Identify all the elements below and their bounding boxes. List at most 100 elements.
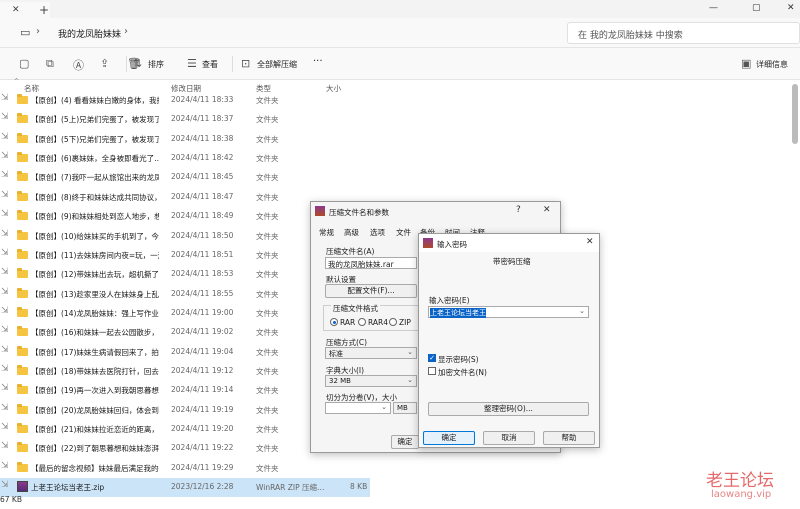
winrar-archive-icon	[17, 481, 28, 492]
winrar-icon	[423, 238, 433, 248]
chevron-down-icon: ⌄	[407, 376, 413, 384]
split-unit-value: MB	[397, 404, 408, 412]
file-type: 文件夹	[256, 348, 279, 357]
list-item[interactable]: ⇲ 【原创】(6)裹妹妹，全身被即看光了… 2024/4/11 18:42 文件夹	[0, 149, 370, 168]
extract-all-button[interactable]: 全部解压缩	[257, 59, 297, 70]
list-item[interactable]: ⇲ 【原创】(7)我吓一起从旅馆出来的龙凤… 2024/4/11 18:45 文件夹	[0, 168, 370, 187]
format-rar-radio[interactable]	[330, 318, 338, 326]
list-item[interactable]: ⇲ 【原创】(5上)兄弟们完蛋了，被发现了… 2024/4/11 18:37 文件夹	[0, 110, 370, 129]
scrollbar-thumb[interactable]	[792, 84, 798, 144]
dictionary-select[interactable]: 32 MB ⌄	[325, 375, 417, 387]
share-icon[interactable]: ⇪	[100, 57, 109, 70]
file-name: 【原创】(18)带妹妹去医院打针，回去…	[31, 367, 159, 376]
folder-icon	[17, 462, 28, 472]
file-type: 文件夹	[256, 115, 279, 124]
folder-icon	[17, 171, 28, 181]
format-rar4-radio[interactable]	[358, 318, 366, 326]
search-input[interactable]: 在 我的龙凤胎妹妹 中搜索	[567, 22, 800, 44]
pin-icon: ⇲	[1, 480, 9, 490]
show-password-checkbox[interactable]: ✓	[428, 354, 436, 362]
help-icon[interactable]: ?	[516, 205, 521, 215]
file-type: 文件夹	[256, 232, 279, 241]
folder-icon	[17, 94, 28, 104]
search-placeholder: 在 我的龙凤胎妹妹 中搜索	[578, 31, 683, 41]
help-button[interactable]: 帮助	[543, 431, 595, 445]
format-zip-radio[interactable]	[389, 318, 397, 326]
file-type: 文件夹	[256, 444, 279, 453]
file-name: 【原创】(5下)兄弟们完蛋了，被发现了…	[31, 135, 159, 144]
cut-icon[interactable]: ▢	[19, 57, 29, 70]
show-password-label: 显示密码(S)	[438, 355, 479, 364]
view-icon[interactable]: ☰	[187, 57, 197, 70]
tab-general[interactable]: 常规	[319, 227, 334, 238]
pin-icon: ⇲	[1, 267, 9, 277]
tab-close-icon[interactable]: ✕	[12, 5, 20, 15]
folder-icon	[17, 404, 28, 414]
minimize-button[interactable]: —	[709, 3, 718, 13]
format-rar4-label: RAR4	[368, 318, 389, 327]
password-dialog: 输入密码 ✕ 带密码压缩 输入密码(E) 上老王论坛当老王 ⌄ ✓ 显示密码(S…	[418, 233, 600, 448]
list-item[interactable]: ⇲ 上老王论坛当老王.zip 2023/12/16 2:28 WinRAR ZIP 压…	[0, 478, 370, 497]
folder-icon	[17, 113, 28, 123]
ok-button[interactable]: 确定	[391, 435, 419, 449]
organize-passwords-button[interactable]: 整理密码(O)...	[428, 402, 589, 416]
new-tab-icon[interactable]: +	[39, 3, 49, 17]
pin-icon: ⇲	[1, 248, 9, 258]
pin-icon: ⇲	[1, 170, 9, 180]
method-select[interactable]: 标准 ⌄	[325, 347, 417, 359]
divider	[126, 56, 127, 72]
extract-icon[interactable]: ⊡	[241, 57, 250, 70]
dialog-heading: 带密码压缩	[493, 257, 531, 266]
file-type: 文件夹	[256, 309, 279, 318]
details-pane-icon[interactable]: ▣	[741, 57, 751, 70]
cancel-button[interactable]: 取消	[483, 431, 535, 445]
close-icon[interactable]: ✕	[586, 237, 594, 247]
file-date: 2024/4/11 19:12	[171, 366, 234, 375]
tab[interactable]: ✕ +	[0, 2, 50, 18]
file-name: 【原创】(21)和妹妹拉近恋近的距离，让…	[31, 425, 159, 434]
list-item[interactable]: ⇲ 【原创】(5下)兄弟们完蛋了，被发现了… 2024/4/11 18:38 文件夹	[0, 130, 370, 149]
close-window-button[interactable]: ✕	[787, 3, 795, 13]
file-size: 8 KB	[350, 482, 368, 491]
ok-button[interactable]: 确定	[423, 431, 475, 445]
file-name: 【原创】(10)给妹妹买的手机到了，今天…	[31, 232, 159, 241]
dialog-title: 输入密码	[437, 240, 467, 249]
sort-icon[interactable]: ⇅	[133, 57, 142, 70]
file-type: 文件夹	[256, 270, 279, 279]
file-name: 【原创】(7)我吓一起从旅馆出来的龙凤…	[31, 173, 159, 182]
file-type: 文件夹	[256, 328, 279, 337]
sort-button[interactable]: 排序	[148, 59, 164, 70]
status-size: 67 KB	[0, 495, 22, 504]
tab-files[interactable]: 文件	[396, 227, 411, 238]
list-item[interactable]: ⇲ 【最后的留念视频】妹妹最后满足我的欲… 2024/4/11 19:29 文件夹	[0, 459, 370, 478]
split-unit-select[interactable]: MB	[393, 402, 417, 414]
file-date: 2024/4/11 18:50	[171, 231, 234, 240]
split-size-select[interactable]: ⌄	[325, 402, 391, 414]
file-name: 上老王论坛当老王.zip	[31, 483, 105, 492]
monitor-icon[interactable]: ▭	[20, 26, 30, 39]
file-date: 2024/4/11 18:53	[171, 269, 234, 278]
tab-advanced[interactable]: 高级	[344, 227, 359, 238]
copy-icon[interactable]: ⧉	[46, 57, 54, 71]
list-item[interactable]: ⇲ 【原创】(4) 看看妹妹白嫩的身体，我把… 2024/4/11 18:33 文件夹	[0, 91, 370, 110]
dialog-title-bar[interactable]: 压缩文件名和参数 ? ✕	[311, 202, 560, 220]
encrypt-names-checkbox[interactable]	[428, 367, 436, 375]
rename-icon[interactable]: Ⓐ	[73, 57, 84, 73]
password-field[interactable]: 上老王论坛当老王 ⌄	[428, 306, 589, 318]
chevron-right-icon[interactable]: ›	[36, 26, 40, 37]
close-icon[interactable]: ✕	[543, 205, 551, 215]
tab-options[interactable]: 选项	[370, 227, 385, 238]
pin-icon: ⇲	[1, 151, 9, 161]
breadcrumb[interactable]: 我的龙凤胎妹妹	[58, 27, 121, 40]
view-button[interactable]: 查看	[202, 59, 218, 70]
command-bar: ▢ ⧉ Ⓐ ⇪ 🗑 ⇅ 排序 ☰ 查看 ⊡ 全部解压缩 ··· ▣ 详细信息	[0, 48, 800, 80]
archive-name-field[interactable]: 我的龙凤胎妹妹.rar	[325, 257, 417, 269]
details-button[interactable]: 详细信息	[756, 59, 788, 70]
folder-icon	[17, 346, 28, 356]
maximize-button[interactable]: ▢	[752, 3, 761, 13]
more-options-button[interactable]: ···	[313, 56, 323, 67]
chevron-right-icon[interactable]: ›	[124, 26, 128, 37]
dialog-title-bar[interactable]: 输入密码 ✕	[419, 234, 599, 252]
profiles-button[interactable]: 配置文件(F)...	[325, 284, 417, 298]
folder-icon	[17, 268, 28, 278]
